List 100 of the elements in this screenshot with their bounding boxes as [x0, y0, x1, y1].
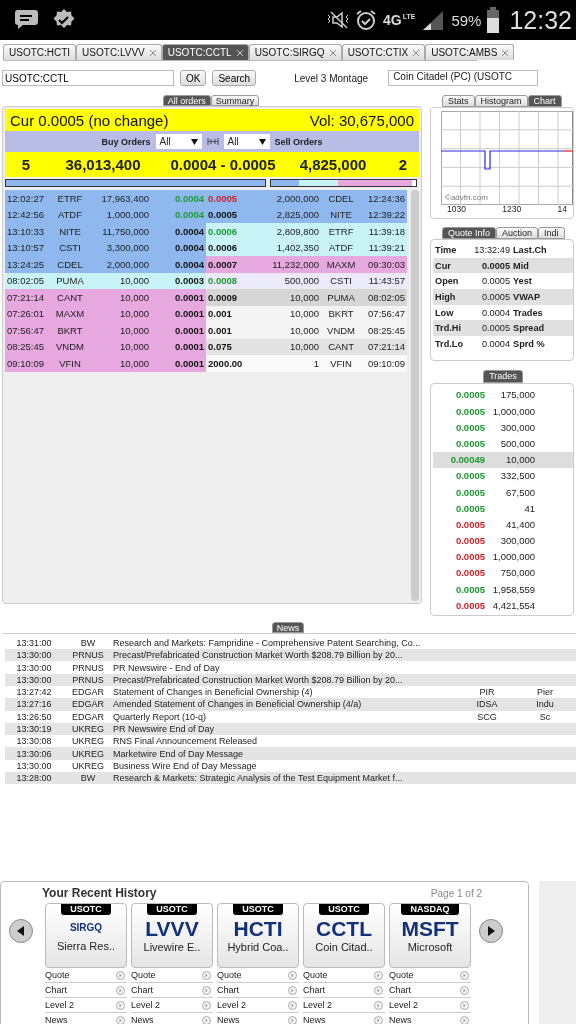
symbol-field[interactable]: USOTC:CCTL	[2, 70, 174, 86]
table-cell-text: ETRF	[327, 225, 355, 237]
trade-price: 0.00049	[449, 454, 485, 466]
scrollbar[interactable]	[411, 190, 419, 601]
table-cell-text: 08:02:05	[7, 275, 45, 287]
headline-link[interactable]: Research & Markets: Strategic Analysis of the Test Equipment Market f...	[113, 773, 403, 784]
buy-order-row[interactable]: 07:21:14 CANT 10,000 0.0001	[5, 289, 207, 306]
company-link[interactable]: Sc	[539, 711, 551, 722]
table-cell-text: VFIN	[329, 357, 353, 369]
panel-tab[interactable]: Quote Info	[442, 227, 497, 239]
history-link[interactable]: Level 2	[45, 998, 127, 1014]
headline-link[interactable]: Quarterly Report (10-q)	[113, 711, 207, 722]
history-link[interactable]: Quote	[389, 968, 471, 984]
history-link[interactable]: Level 2	[389, 998, 471, 1014]
previous-button[interactable]	[9, 919, 33, 944]
history-link[interactable]: Quote	[131, 968, 213, 984]
history-link[interactable]: News	[217, 1013, 299, 1024]
symbol-tab[interactable]: USOTC:LVVV	[76, 44, 162, 60]
exchange-label: NASDAQ	[401, 904, 459, 916]
history-link[interactable]: News	[131, 1013, 213, 1024]
field-label: Spread	[513, 323, 546, 334]
history-link[interactable]: Level 2	[131, 998, 213, 1014]
table-cell-text: ATDF	[56, 209, 84, 221]
history-link[interactable]: Level 2	[303, 998, 385, 1014]
company-link[interactable]: Pier	[537, 687, 553, 698]
headline-link[interactable]: PR Newswire - End of Day	[113, 662, 220, 673]
panel-tab[interactable]: Stats	[442, 95, 475, 107]
table-cell-text: 3,300,000	[105, 242, 149, 254]
stock-card[interactable]: USOTC SIRGQ Sierra Res..	[45, 903, 127, 969]
history-link[interactable]: Chart	[303, 983, 385, 999]
news-source: UKREG	[71, 760, 105, 771]
history-link[interactable]: Quote	[303, 968, 385, 984]
trade-price: 0.0005	[454, 502, 485, 514]
symbol-tab[interactable]: USOTC:SIRGQ	[248, 44, 342, 60]
sell-order-row[interactable]: 0.0007 11,232,000 MAXM 09:30:03	[206, 256, 408, 273]
buy-order-row[interactable]: 12:02:27 ETRF 17,963,400 0.0004	[5, 190, 207, 207]
table-cell-text: CANT	[56, 291, 84, 303]
news-time: 13:30:19	[15, 724, 53, 735]
panel-tab[interactable]: Chart	[527, 95, 562, 107]
history-link[interactable]: Level 2	[217, 998, 299, 1014]
headline-link[interactable]: Marketwire End of Day Message	[113, 748, 244, 759]
sell-order-row[interactable]: 0.0009 10,000 PUMA 08:02:05	[206, 289, 408, 306]
headline-link[interactable]: RNS Final Announcement Released	[113, 736, 258, 747]
sell-order-row[interactable]: 0.0005 2,000,000 CDEL 12:24:36	[206, 190, 408, 207]
arrow-icon	[288, 985, 297, 995]
headline-link[interactable]: Research and Markets: Fampridine - Comprehensive Patent Searching, Co...	[113, 637, 421, 648]
symbol-link[interactable]: SCG	[477, 711, 497, 722]
headline-link[interactable]: Precast/Prefabricated Construction Market Worth $208.79 Billion by 20...	[113, 674, 403, 685]
table-cell-text: 07:21:14	[367, 341, 406, 353]
panel-tab[interactable]: Histogram	[474, 95, 528, 107]
headline-link[interactable]: Amended Statement of Changes in Beneficial Ownership (4/a)	[113, 699, 362, 710]
history-link[interactable]: News	[389, 1013, 471, 1024]
buy-order-row[interactable]: 13:24:25 CDEL 2,000,000 0.0004	[5, 256, 207, 273]
stock-card[interactable]: NASDAQ MSFT Microsoft	[389, 903, 471, 969]
trade-price: 0.0005	[454, 583, 485, 595]
symbol-tab[interactable]: USOTC:CCTL	[161, 44, 249, 60]
company-field[interactable]: Coin Citadel (PC) (USOTC	[388, 70, 539, 86]
filter-dropdown[interactable]: All	[155, 134, 202, 149]
search-button[interactable]: Search	[212, 70, 257, 86]
history-link[interactable]: Chart	[389, 983, 471, 999]
sell-order-row[interactable]: 2000.00 1 VFIN 09:10:09	[206, 355, 408, 372]
headline-link[interactable]: Statement of Changes in Beneficial Ownership (4)	[113, 687, 313, 698]
stock-card[interactable]: USOTC CCTL Coin Citad..	[303, 903, 385, 969]
trade-size: 300,000	[499, 535, 535, 547]
company-link[interactable]: Indu	[536, 699, 554, 710]
table-cell-text: 500,000	[283, 275, 320, 287]
headline-link[interactable]: Precast/Prefabricated Construction Market Worth $208.79 Billion by 20...	[113, 650, 403, 661]
buy-order-row[interactable]: 09:10:09 VFIN 10,000 0.0001	[5, 355, 207, 372]
next-button[interactable]	[479, 919, 503, 944]
sell-order-row[interactable]: 0.001 10,000 VNDM 08:25:45	[206, 322, 408, 339]
panel-tab[interactable]: Indi	[538, 227, 565, 239]
ok-button[interactable]: OK	[180, 70, 207, 86]
news-time: 13:28:00	[15, 773, 53, 784]
trade-size: 10,000	[504, 454, 535, 466]
news-time: 13:31:00	[15, 637, 53, 648]
headline-link[interactable]: PR Newswire End of Day	[113, 724, 215, 735]
history-link[interactable]: Chart	[131, 983, 213, 999]
field-label: Yest	[513, 276, 533, 287]
montage-label: Level 3 Montage	[294, 72, 370, 84]
history-link[interactable]: News	[45, 1013, 127, 1024]
symbol-tab[interactable]: USOTC:HCTI	[3, 44, 77, 60]
stock-card[interactable]: USOTC HCTI Hybrid Coa..	[217, 903, 299, 969]
history-link[interactable]: Quote	[217, 968, 299, 984]
history-link[interactable]: Chart	[45, 983, 127, 999]
news-time: 13:26:50	[15, 711, 53, 722]
symbol-link[interactable]: PIR	[479, 687, 495, 698]
symbol-tab[interactable]: USOTC:CTIX	[341, 44, 426, 60]
headline-link[interactable]: Business Wire End of Day Message	[113, 760, 257, 771]
history-link[interactable]: Chart	[217, 983, 299, 999]
stock-card[interactable]: USOTC LVVV Livewire E..	[131, 903, 213, 969]
symbol-tab[interactable]: USOTC:AMBS	[425, 44, 515, 60]
history-link[interactable]: Quote	[45, 968, 127, 984]
sell-order-row[interactable]: 0.0006 2,809,800 ETRF 11:39:18	[206, 223, 408, 240]
symbol-link[interactable]: IDSA	[476, 699, 498, 710]
buy-order-row[interactable]: 07:56:47 BKRT 10,000 0.0001	[5, 322, 207, 339]
filter-dropdown[interactable]: All	[223, 134, 270, 149]
buy-order-row[interactable]: 13:10:33 NITE 11,750,000 0.0004	[5, 223, 207, 240]
history-link[interactable]: News	[303, 1013, 385, 1024]
panel-tab[interactable]: Auction	[496, 227, 539, 239]
table-cell-text: 12:02:27	[7, 192, 45, 204]
